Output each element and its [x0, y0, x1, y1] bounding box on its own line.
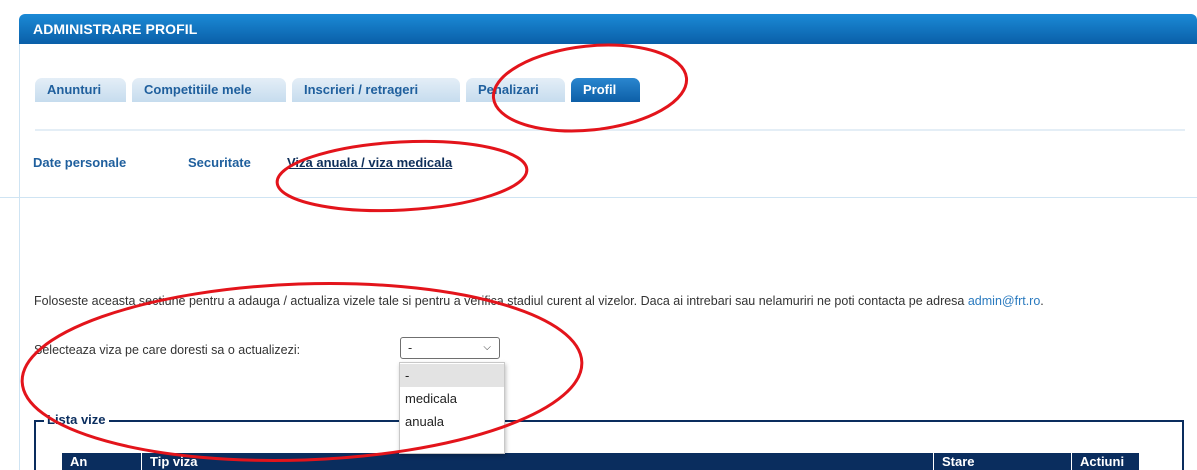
intro-suffix: .: [1040, 294, 1044, 308]
viza-option-none[interactable]: -: [400, 364, 504, 387]
intro-paragraph: Foloseste aceasta sectiune pentru a adau…: [34, 293, 1184, 309]
tab-anunturi[interactable]: Anunturi: [35, 78, 126, 102]
viza-table-header: An Tip viza Stare Actiuni: [62, 453, 1139, 470]
tab-profil[interactable]: Profil: [571, 78, 640, 102]
annotation-circle-viza-link: [275, 139, 529, 213]
column-header-actiuni: Actiuni: [1080, 454, 1125, 469]
subnav-securitate[interactable]: Securitate: [188, 155, 251, 170]
intro-text: Foloseste aceasta sectiune pentru a adau…: [34, 294, 968, 308]
subnav-date-personale[interactable]: Date personale: [33, 155, 126, 170]
viza-select[interactable]: - ⌵: [400, 337, 500, 359]
viza-select-label: Selecteaza viza pe care doresti sa o act…: [34, 343, 301, 357]
column-header-tip-viza: Tip viza: [142, 453, 934, 470]
contact-email-link[interactable]: admin@frt.ro: [968, 294, 1040, 308]
column-header-an: An: [62, 453, 142, 470]
viza-option-anuala[interactable]: anuala: [400, 410, 504, 433]
viza-select-value: -: [408, 341, 413, 355]
tab-competitiile-mele[interactable]: Competitiile mele: [132, 78, 286, 102]
tab-inscrieri-retrageri[interactable]: Inscrieri / retrageri: [292, 78, 460, 102]
subnav-viza-anuala-medicala[interactable]: Viza anuala / viza medicala: [287, 155, 452, 170]
page-header: ADMINISTRARE PROFIL: [19, 14, 1197, 44]
profile-tabs: Anunturi Competitiile mele Inscrieri / r…: [35, 78, 646, 102]
viza-select-dropdown: - medicala anuala: [399, 362, 505, 454]
tab-penalizari[interactable]: Penalizari: [466, 78, 565, 102]
column-header-stare: Stare: [934, 453, 1072, 470]
subnav-divider: [0, 197, 1197, 198]
viza-list-legend: Lista vize: [44, 412, 109, 427]
page-title: ADMINISTRARE PROFIL: [33, 21, 198, 37]
viza-option-medicala[interactable]: medicala: [400, 387, 504, 410]
chevron-down-icon: ⌵: [483, 342, 491, 353]
annotation-overlay: [20, 43, 689, 462]
content-left-border: [19, 44, 20, 470]
tabs-divider: [35, 129, 1185, 131]
